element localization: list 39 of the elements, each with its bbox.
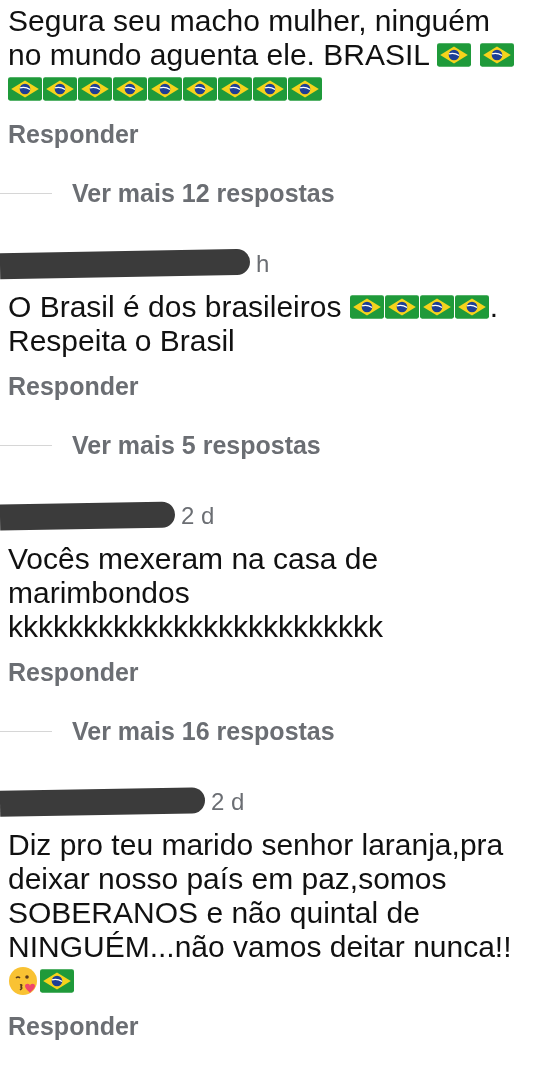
comment-text: .	[489, 290, 499, 324]
flag-icon	[349, 294, 384, 320]
reply-link[interactable]: Responder	[8, 372, 139, 401]
flag-icon	[454, 294, 489, 320]
comment-text: O Brasil é dos brasileiros	[8, 290, 343, 324]
flag-icon	[218, 76, 252, 102]
more-replies-link[interactable]: Ver mais 5 respostas	[72, 431, 321, 460]
flag-icon	[384, 294, 419, 320]
flag-icon	[437, 42, 472, 68]
more-replies-link[interactable]: Ver mais 12 respostas	[72, 179, 335, 208]
flag-icon	[78, 76, 112, 102]
reply-link[interactable]: Responder	[8, 658, 139, 687]
flag-icon	[113, 76, 147, 102]
flag-icon	[419, 294, 454, 320]
more-replies-link[interactable]: Ver mais 16 respostas	[72, 717, 335, 746]
comment-text: Respeita o Brasil	[8, 324, 235, 358]
reply-link[interactable]: Responder	[8, 1012, 139, 1041]
reply-link[interactable]: Responder	[8, 120, 139, 149]
comment-text: Vocês mexeram na casa de	[8, 542, 379, 576]
comment-time: 2 d	[211, 788, 245, 816]
comment-text: deixar nosso país em paz,somos	[8, 862, 447, 896]
comment-text: SOBERANOS e não quintal de	[8, 896, 420, 930]
comment-text: kkkkkkkkkkkkkkkkkkkkkkkkk	[8, 610, 383, 644]
comment-time: 2 d	[181, 502, 215, 530]
comment-time: h	[256, 250, 270, 278]
flag-icon	[288, 76, 322, 102]
flag-icon	[253, 76, 287, 102]
flag-icon	[8, 76, 42, 102]
kiss-emoji-icon	[8, 965, 40, 997]
flag-icon	[480, 42, 515, 68]
comment-text: Segura seu macho mulher, ninguém	[8, 4, 490, 38]
comment-text: NINGUÉM...não vamos deitar nunca!!	[8, 930, 512, 964]
comment-text: marimbondos	[8, 576, 190, 610]
comment-text: no mundo aguenta ele. BRASIL	[8, 38, 430, 72]
comment-text: Diz pro teu marido senhor laranja,pra	[8, 828, 504, 862]
flag-icon	[40, 968, 74, 994]
flag-icon	[148, 76, 182, 102]
flag-icon	[43, 76, 77, 102]
flag-icon	[183, 76, 217, 102]
